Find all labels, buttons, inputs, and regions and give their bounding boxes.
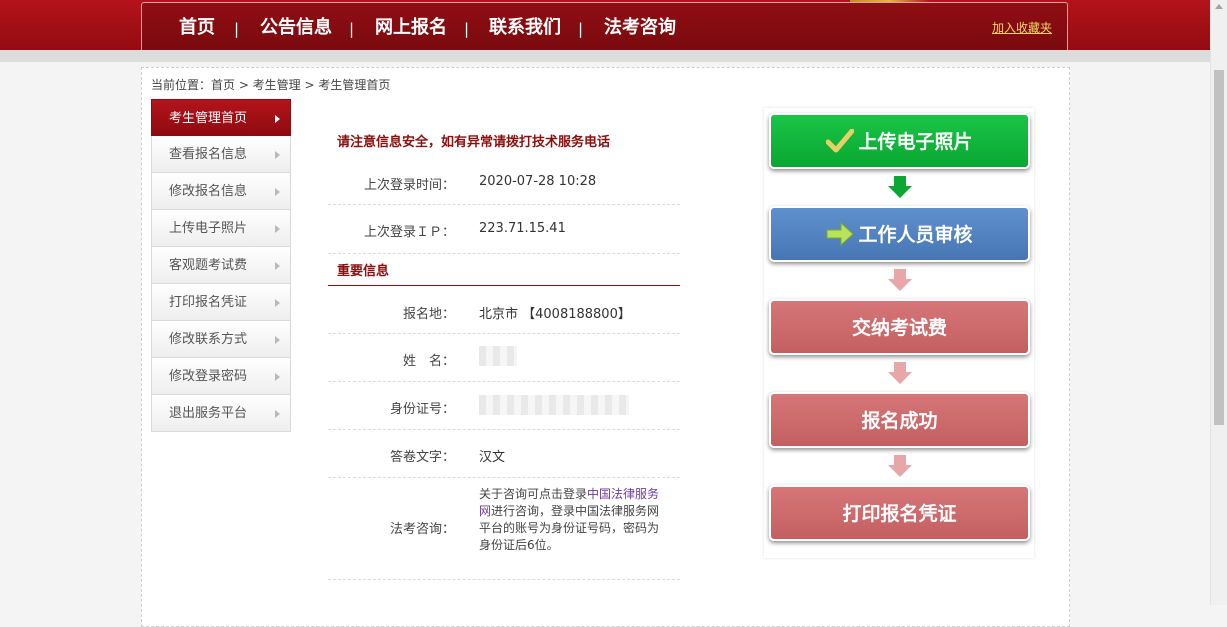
caret-right-icon [275, 188, 280, 196]
nav-online-registration[interactable]: 网上报名 [375, 17, 447, 39]
redacted-id-number [479, 395, 629, 415]
nav-home[interactable]: 首页 [179, 17, 215, 39]
step-label: 工作人员审核 [858, 224, 973, 246]
registration-flow: 上传电子照片 工作人员审核 交纳考试费 报名成功 打印报名凭证 [764, 108, 1034, 558]
last-login-ip-label: 上次登录ＩＰ： [363, 225, 455, 240]
sidebar-item-label: 打印报名凭证 [169, 295, 248, 310]
sidebar-item-label: 修改报名信息 [169, 184, 248, 199]
law-consult-label: 法考咨询： [389, 522, 455, 537]
step-registration-success[interactable]: 报名成功 [769, 392, 1030, 448]
right-arrow-icon [826, 221, 855, 246]
sidebar-item-view-registration[interactable]: 查看报名信息 [151, 136, 291, 173]
sidebar-item-change-password[interactable]: 修改登录密码 [151, 358, 291, 395]
down-arrow-icon [888, 455, 912, 477]
main-content: 当前位置：首页 > 考生管理 > 考生管理首页 考生管理首页 查看报名信息 修改… [141, 67, 1070, 627]
sidebar: 考生管理首页 查看报名信息 修改报名信息 上传电子照片 客观题考试费 打印报名凭… [151, 99, 291, 432]
id-number-row: 身份证号： [328, 382, 680, 430]
sidebar-item-label: 退出服务平台 [169, 406, 248, 421]
answer-language-row: 答卷文字： 汉文 [328, 430, 680, 478]
important-info-header: 重要信息 [328, 254, 680, 286]
step-staff-review[interactable]: 工作人员审核 [769, 206, 1030, 262]
nav-separator: | [234, 20, 240, 38]
step-label: 报名成功 [861, 410, 938, 432]
important-info-title: 重要信息 [337, 264, 390, 279]
sidebar-item-exam-fee[interactable]: 客观题考试费 [151, 247, 291, 284]
law-consult-row: 法考咨询： 关于咨询可点击登录中国法律服务网进行咨询，登录中国法律服务网平台的账… [328, 478, 680, 580]
caret-right-icon [275, 151, 280, 159]
add-favorite-link[interactable]: 加入收藏夹 [992, 19, 1052, 36]
last-login-time-label: 上次登录时间： [363, 178, 455, 193]
down-arrow-icon [888, 176, 912, 198]
step-pay-fee[interactable]: 交纳考试费 [769, 299, 1030, 355]
sidebar-item-label: 修改登录密码 [169, 369, 248, 384]
sidebar-item-label: 客观题考试费 [169, 258, 248, 273]
checkmark-icon [826, 128, 855, 152]
nav-law-exam-consult[interactable]: 法考咨询 [604, 17, 676, 39]
answer-language-label: 答卷文字： [389, 450, 455, 465]
caret-right-icon [275, 225, 280, 233]
answer-language-value: 汉文 [479, 450, 506, 465]
consult-text-start: 关于咨询可点击登录 [479, 487, 588, 501]
registration-place-label: 报名地： [402, 307, 455, 322]
id-number-label: 身份证号： [389, 402, 455, 417]
registration-place-row: 报名地： 北京市 【4008188800】 [328, 286, 680, 334]
security-notice: 请注意信息安全，如有异常请拨打技术服务电话 [337, 135, 611, 150]
step-label: 交纳考试费 [851, 317, 947, 339]
nav-separator: | [349, 20, 355, 38]
nav-separator: | [578, 20, 584, 38]
nav-announcements[interactable]: 公告信息 [260, 17, 332, 39]
sidebar-item-upload-photo[interactable]: 上传电子照片 [151, 210, 291, 247]
step-upload-photo[interactable]: 上传电子照片 [769, 113, 1030, 169]
sidebar-item-edit-registration[interactable]: 修改报名信息 [151, 173, 291, 210]
last-login-time-row: 上次登录时间： 2020-07-28 10:28 [328, 158, 680, 205]
caret-right-icon [275, 299, 280, 307]
down-arrow-icon [888, 269, 912, 291]
sidebar-item-label: 上传电子照片 [169, 221, 248, 236]
step-print-certificate[interactable]: 打印报名凭证 [769, 485, 1030, 541]
redacted-name [479, 346, 517, 366]
consult-text-end: 进行咨询，登录中国法律服务网平台的账号为身份证号码，密码为身份证后6位。 [479, 504, 660, 552]
step-label: 打印报名凭证 [842, 503, 957, 525]
nav-separator: | [464, 20, 470, 38]
caret-right-icon [275, 410, 280, 418]
last-login-ip-value: 223.71.15.41 [479, 221, 566, 236]
sidebar-item-label: 考生管理首页 [169, 111, 248, 126]
law-consult-text: 关于咨询可点击登录中国法律服务网进行咨询，登录中国法律服务网平台的账号为身份证号… [479, 486, 669, 554]
caret-right-icon [275, 373, 280, 381]
down-arrow-icon [888, 362, 912, 384]
scroll-up-arrow-icon[interactable] [1215, 4, 1223, 9]
sidebar-item-edit-contact[interactable]: 修改联系方式 [151, 321, 291, 358]
caret-right-icon [275, 336, 280, 344]
registration-place-value: 北京市 【4008188800】 [479, 307, 631, 322]
last-login-time-value: 2020-07-28 10:28 [479, 174, 597, 189]
name-row: 姓 名： [328, 334, 680, 382]
scrollbar-thumb[interactable] [1214, 70, 1224, 425]
caret-right-icon [275, 262, 280, 270]
step-label: 上传电子照片 [858, 131, 973, 153]
sidebar-item-label: 查看报名信息 [169, 147, 248, 162]
main-nav: 首页 | 公告信息 | 网上报名 | 联系我们 | 法考咨询 加入收藏夹 [141, 2, 1068, 50]
scrollbar[interactable] [1210, 0, 1227, 605]
sidebar-item-label: 修改联系方式 [169, 332, 248, 347]
sidebar-item-candidate-home[interactable]: 考生管理首页 [151, 99, 291, 136]
caret-right-icon [275, 115, 280, 123]
last-login-ip-row: 上次登录ＩＰ： 223.71.15.41 [328, 205, 680, 254]
breadcrumb: 当前位置：首页 > 考生管理 > 考生管理首页 [151, 78, 391, 92]
nav-contact-us[interactable]: 联系我们 [489, 17, 561, 39]
sidebar-item-logout[interactable]: 退出服务平台 [151, 395, 291, 432]
header-band [0, 50, 1210, 62]
sidebar-item-print-certificate[interactable]: 打印报名凭证 [151, 284, 291, 321]
name-label: 姓 名： [402, 354, 455, 369]
